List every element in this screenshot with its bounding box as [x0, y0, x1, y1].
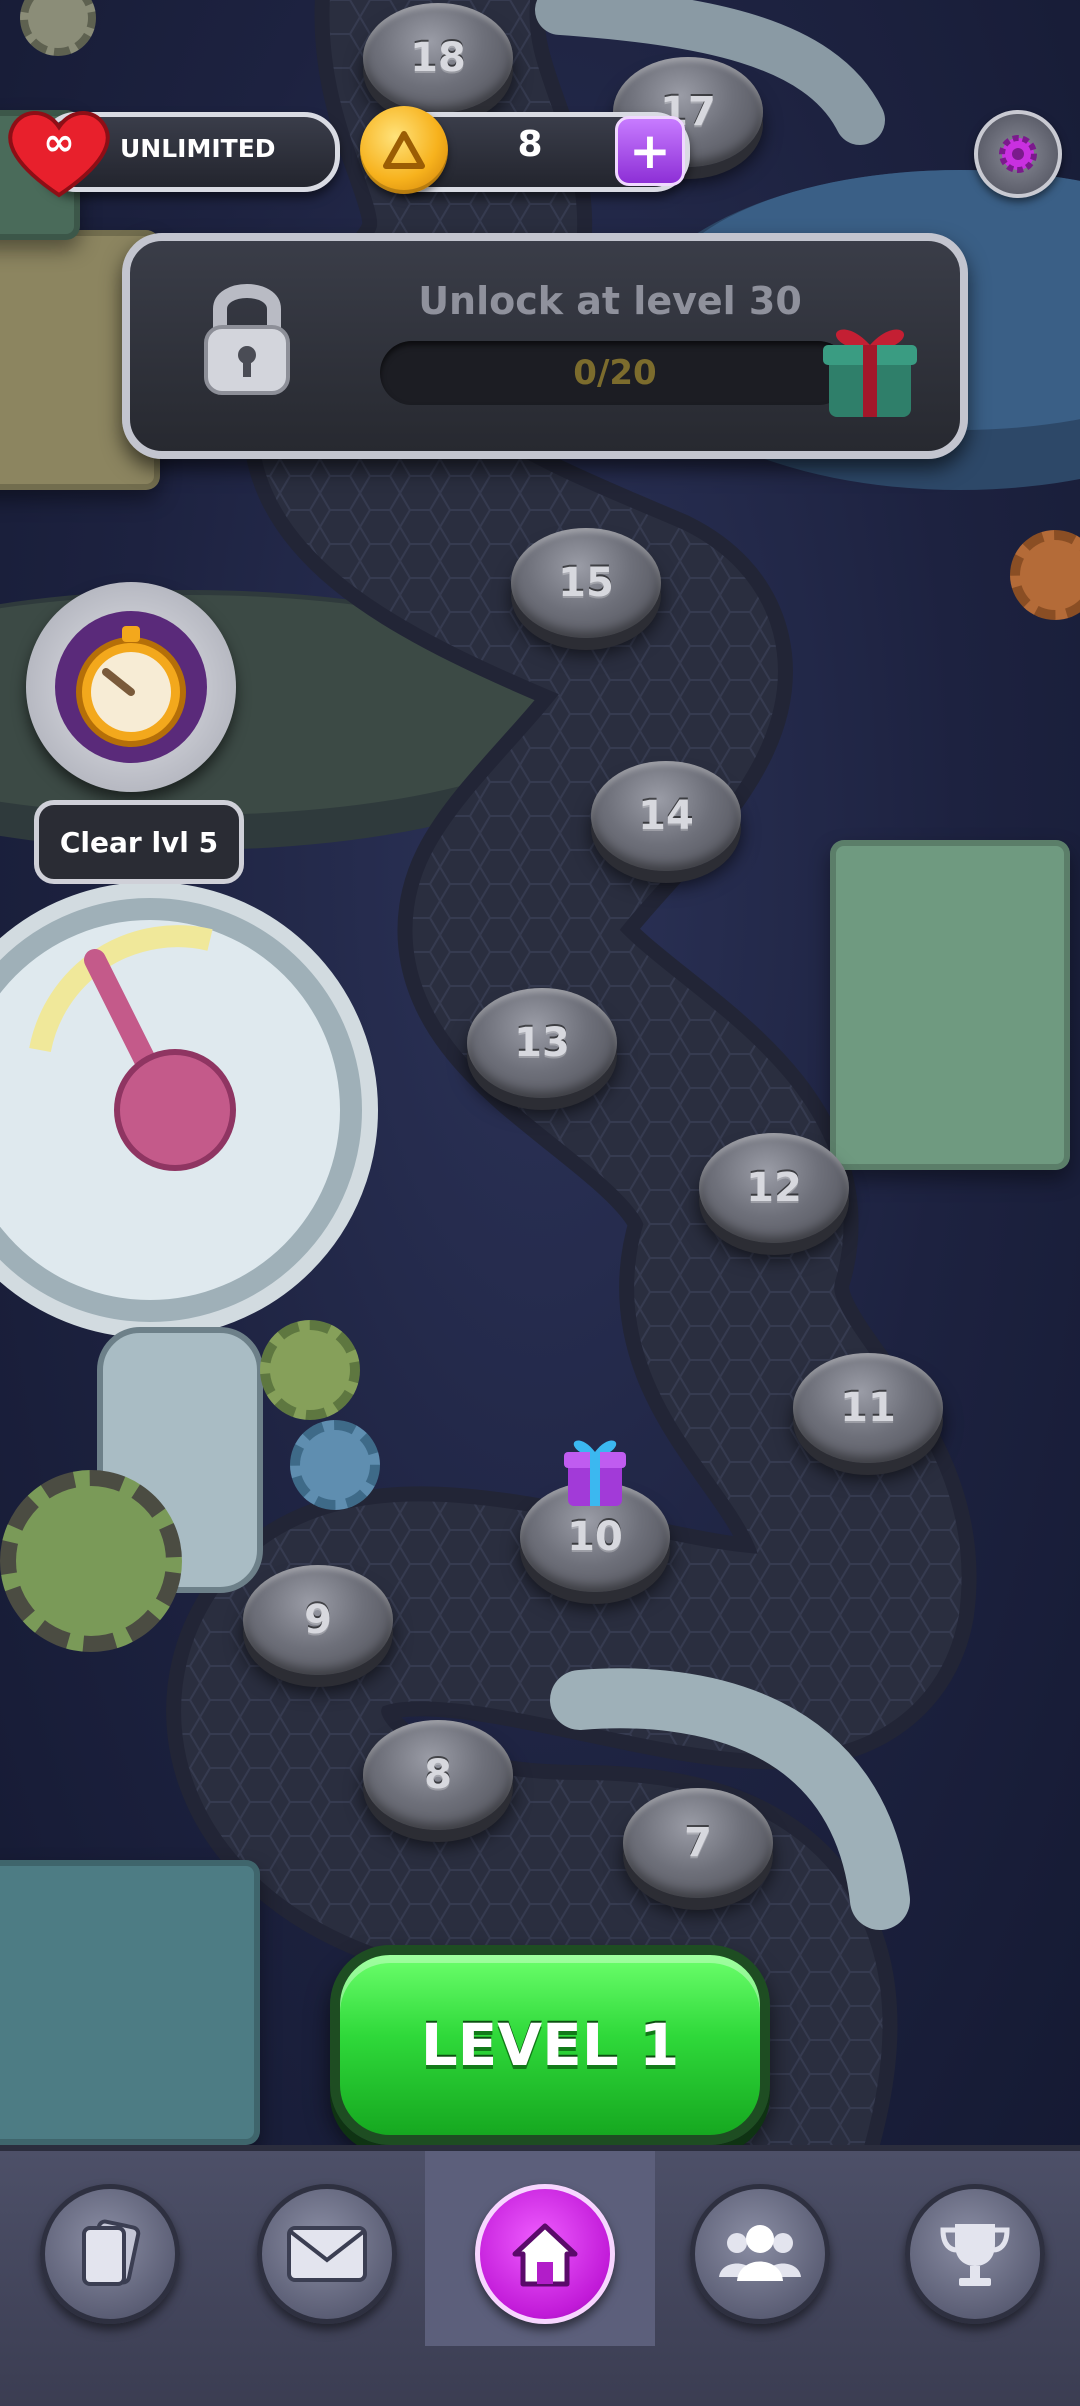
level-node[interactable]: 15: [511, 528, 661, 638]
bottom-nav: [0, 2145, 1080, 2406]
lock-icon: [204, 284, 290, 395]
nav-friends[interactable]: [690, 2184, 830, 2324]
gear-icon: [260, 1320, 360, 1420]
crate-teal: [0, 1860, 260, 2145]
event-label: Clear lvl 5: [34, 800, 244, 884]
gift-icon[interactable]: [560, 1432, 630, 1512]
level-node[interactable]: 11: [793, 1353, 943, 1463]
mail-icon: [287, 2226, 367, 2282]
gear-icon: [0, 1470, 182, 1652]
heart-icon: ∞: [8, 111, 110, 198]
lives-label: UNLIMITED: [120, 134, 276, 163]
settings-button[interactable]: [974, 110, 1062, 198]
nav-cards[interactable]: [40, 2184, 180, 2324]
event-button[interactable]: [26, 582, 236, 792]
stopwatch-icon: [55, 611, 207, 763]
gear-icon: [290, 1420, 380, 1510]
level-node[interactable]: 9: [243, 1565, 393, 1675]
unlock-progress-bar: 0/20: [380, 341, 850, 405]
level-node[interactable]: 8: [363, 1720, 513, 1830]
gear-icon: [999, 135, 1037, 173]
nav-home[interactable]: [475, 2184, 615, 2324]
coin-count: 8: [517, 124, 543, 165]
home-icon: [512, 2223, 578, 2287]
coin-icon: [360, 106, 448, 194]
play-level-button[interactable]: LEVEL 1: [330, 1945, 770, 2145]
level-node[interactable]: 14: [591, 761, 741, 871]
crate-green: [830, 840, 1070, 1170]
level-node[interactable]: 7: [623, 1788, 773, 1898]
cards-icon: [82, 2219, 141, 2286]
unlock-progress-text: 0/20: [573, 353, 657, 393]
gift-icon: [823, 329, 917, 417]
level-node[interactable]: 18: [363, 3, 513, 113]
nav-leaderboard[interactable]: [905, 2184, 1045, 2324]
add-coins-button[interactable]: +: [615, 116, 685, 186]
level-node[interactable]: 12: [699, 1133, 849, 1243]
unlock-panel[interactable]: Unlock at level 30 0/20: [122, 233, 968, 459]
level-node[interactable]: 13: [467, 988, 617, 1098]
unlock-title: Unlock at level 30: [418, 279, 802, 323]
friends-icon: [719, 2225, 801, 2281]
nav-mail[interactable]: [257, 2184, 397, 2324]
trophy-icon: [940, 2224, 1010, 2286]
svg-text:∞: ∞: [43, 120, 75, 164]
